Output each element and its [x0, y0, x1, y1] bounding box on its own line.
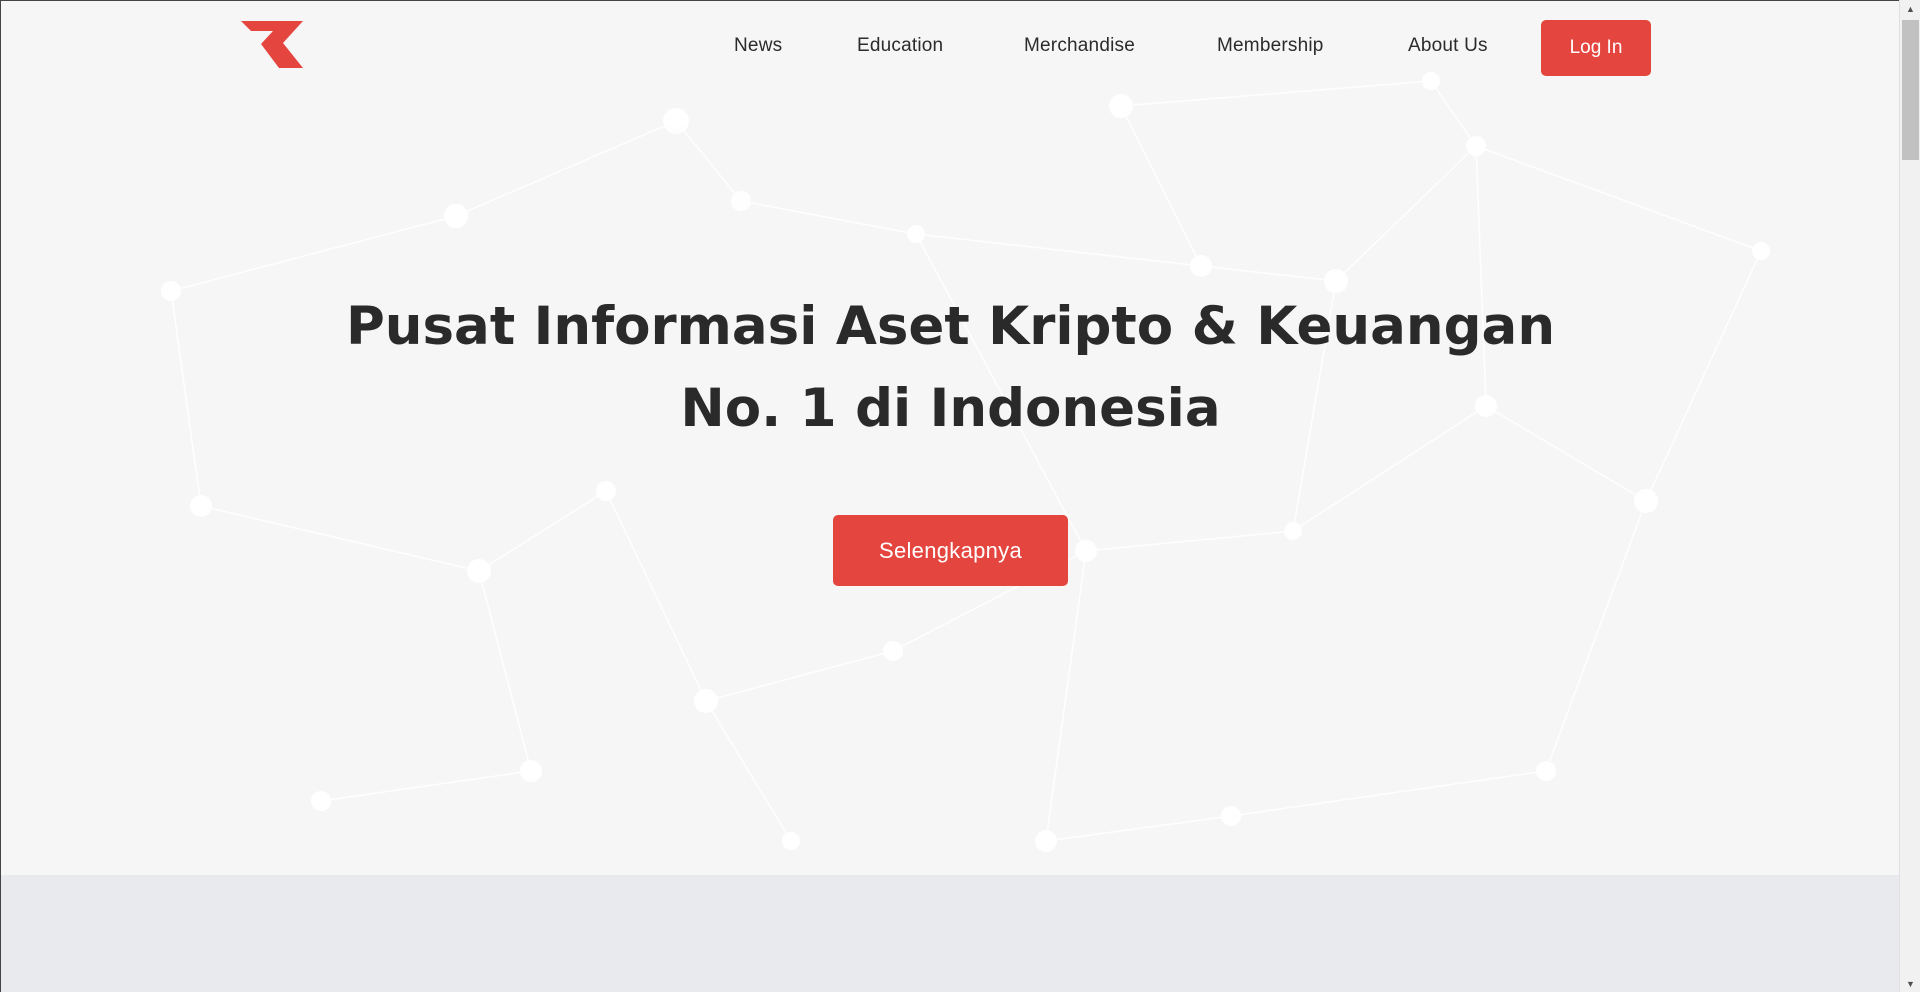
login-button-label: Log In [1569, 37, 1623, 58]
browser-viewport: News Education Merchandise Membership Ab… [0, 0, 1899, 992]
scrollbar-thumb[interactable] [1902, 20, 1919, 160]
hero-headline-line-2: No. 1 di Indonesia [680, 378, 1221, 439]
top-navigation: News Education Merchandise Membership Ab… [1, 1, 1899, 95]
nav-link-education[interactable]: Education [857, 35, 943, 57]
page-scrollbar[interactable]: ▲ ▼ [1899, 0, 1920, 992]
chevron-up-icon[interactable]: ▲ [1900, 0, 1920, 17]
nav-link-merchandise[interactable]: Merchandise [1024, 35, 1135, 57]
hero-section: News Education Merchandise Membership Ab… [1, 1, 1899, 875]
nav-link-about-us[interactable]: About Us [1408, 35, 1488, 57]
hero-headline: Pusat Informasi Aset Kripto & Keuangan N… [201, 286, 1700, 450]
cta-button-label: Selengkapnya [878, 537, 1023, 563]
nav-link-membership[interactable]: Membership [1217, 35, 1324, 57]
chevron-down-icon[interactable]: ▼ [1900, 975, 1920, 992]
next-section [1, 875, 1899, 992]
hero-headline-line-1: Pusat Informasi Aset Kripto & Keuangan [345, 296, 1556, 357]
login-button[interactable]: Log In [1541, 20, 1651, 76]
nav-link-news[interactable]: News [734, 35, 782, 57]
brand-logo[interactable] [241, 21, 305, 69]
selengkapnya-button[interactable]: Selengkapnya [833, 515, 1068, 586]
